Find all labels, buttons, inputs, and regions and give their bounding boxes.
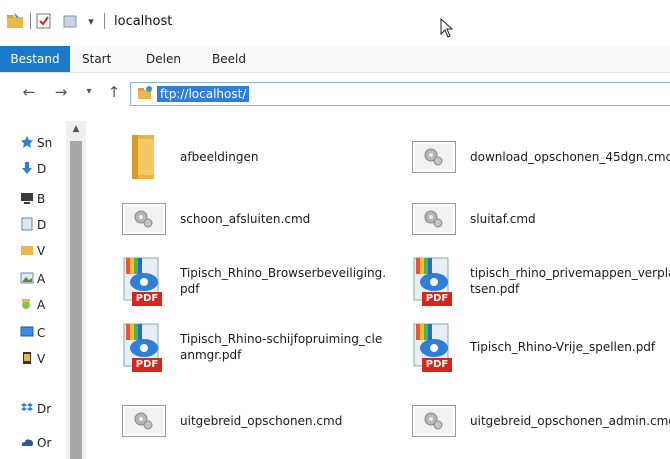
nav-item-pictures[interactable]: A: [20, 269, 70, 289]
cmd-file-icon: [408, 193, 460, 245]
folder-icon: [118, 131, 170, 183]
onedrive-icon: [20, 435, 34, 452]
separator: [30, 13, 31, 29]
recent-dropdown-icon[interactable]: ▾: [82, 81, 96, 103]
file-item[interactable]: download_opschonen_45dgn.cmd: [408, 129, 670, 185]
file-item[interactable]: uitgebreid_opschonen.cmd: [118, 393, 388, 449]
pdf-badge: PDF: [132, 292, 162, 306]
nav-item-folder[interactable]: V: [20, 241, 70, 261]
folder-icon: [20, 243, 34, 260]
file-item[interactable]: PDF Tipisch_Rhino-Vrije_spellen.pdf: [408, 319, 670, 375]
monitor-icon: [20, 325, 34, 342]
navigation-bar: ← → ▾ ↑ ftp://localhost/: [0, 73, 670, 113]
file-name: Tipisch_Rhino_Browserbeveiliging. pdf: [180, 266, 387, 296]
pdf-badge: PDF: [422, 292, 452, 306]
nav-item-music[interactable]: A: [20, 295, 70, 315]
nav-item-computer[interactable]: C: [20, 323, 70, 343]
pdf-badge: PDF: [422, 358, 452, 372]
customize-dropdown-icon[interactable]: ▾: [84, 10, 98, 32]
cmd-file-icon: [408, 131, 460, 183]
pdf-file-icon: PDF: [408, 321, 460, 373]
file-item[interactable]: PDF Tipisch_Rhino-schijfopruiming_cle an…: [118, 319, 388, 375]
nav-pane-scrollbar[interactable]: ▲: [66, 121, 86, 459]
file-item[interactable]: PDF tipisch_rhino_privemappen_verplaa ts…: [408, 253, 670, 309]
address-bar[interactable]: ftp://localhost/: [130, 82, 670, 106]
ribbon-tabs: Bestand Start Delen Beeld: [0, 46, 670, 73]
pdf-badge: PDF: [132, 358, 162, 372]
nav-item-dropbox[interactable]: Dr: [20, 399, 70, 419]
pdf-file-icon: PDF: [118, 321, 170, 373]
nav-item-label: D: [37, 162, 47, 176]
separator: [104, 13, 105, 29]
nav-item-quick-access[interactable]: Sn: [20, 133, 70, 153]
network-folder-icon: [137, 85, 153, 104]
window-title: localhost: [114, 14, 173, 29]
file-name: download_opschonen_45dgn.cmd: [470, 150, 670, 164]
tab-delen[interactable]: Delen: [146, 46, 181, 72]
nav-item-label: C: [37, 326, 46, 340]
file-name: tipisch_rhino_privemappen_verplaa tsen.p…: [470, 266, 670, 296]
file-name: sluitaf.cmd: [470, 212, 536, 226]
file-name: Tipisch_Rhino-schijfopruiming_cle anmgr.…: [180, 332, 383, 362]
back-arrow-icon[interactable]: ←: [18, 81, 40, 103]
title-bar: ▾ localhost: [0, 0, 670, 46]
nav-item-label: D: [37, 218, 47, 232]
file-name: uitgebreid_opschonen.cmd: [180, 414, 343, 428]
nav-item-label: A: [37, 298, 46, 312]
file-item[interactable]: PDF Tipisch_Rhino_Browserbeveiliging. pd…: [118, 253, 388, 309]
star-icon: [20, 135, 34, 152]
file-item[interactable]: afbeeldingen: [118, 129, 388, 185]
music-icon: [20, 297, 34, 314]
cmd-file-icon: [408, 395, 460, 447]
nav-item-label: Sn: [37, 136, 53, 150]
pdf-file-icon: PDF: [408, 255, 460, 307]
file-name: schoon_afsluiten.cmd: [180, 212, 311, 226]
properties-icon[interactable]: [34, 10, 54, 32]
new-folder-icon[interactable]: [60, 10, 80, 32]
file-item[interactable]: sluitaf.cmd: [408, 191, 670, 247]
address-path[interactable]: ftp://localhost/: [157, 86, 250, 102]
file-name: uitgebreid_opschonen_admin.cmd: [470, 414, 670, 428]
forward-arrow-icon[interactable]: →: [50, 81, 72, 103]
tab-bestand[interactable]: Bestand: [0, 46, 70, 72]
navigation-pane: Sn D B D V A A C V Dr Or ▲: [0, 113, 90, 459]
file-name: afbeeldingen: [180, 150, 259, 164]
tab-beeld[interactable]: Beeld: [212, 46, 246, 72]
mouse-cursor-icon: [440, 17, 454, 41]
file-item[interactable]: schoon_afsluiten.cmd: [118, 191, 388, 247]
pdf-file-icon: PDF: [118, 255, 170, 307]
download-arrow-icon: [20, 161, 34, 178]
tab-start[interactable]: Start: [82, 46, 111, 72]
explorer-icon[interactable]: [4, 10, 26, 32]
file-name: Tipisch_Rhino-Vrije_spellen.pdf: [470, 340, 656, 354]
nav-item-label: V: [37, 352, 46, 366]
file-item[interactable]: uitgebreid_opschonen_admin.cmd: [408, 393, 670, 449]
nav-item-desktop[interactable]: B: [20, 189, 70, 209]
nav-item-label: V: [37, 244, 46, 258]
cmd-file-icon: [118, 395, 170, 447]
phone-icon: [20, 351, 34, 368]
nav-item-onedrive[interactable]: Or: [20, 433, 70, 453]
nav-item-label: Or: [37, 436, 52, 450]
nav-item-documents[interactable]: D: [20, 215, 70, 235]
desktop-icon: [20, 191, 34, 208]
nav-item-device[interactable]: V: [20, 349, 70, 369]
nav-item-label: B: [37, 192, 46, 206]
nav-item-label: A: [37, 272, 46, 286]
cmd-file-icon: [118, 193, 170, 245]
image-icon: [20, 271, 34, 288]
up-arrow-icon[interactable]: ↑: [104, 81, 124, 103]
nav-item-label: Dr: [37, 402, 52, 416]
file-list: afbeeldingen download_opschonen_45dgn.cm…: [90, 113, 670, 459]
dropbox-icon: [20, 401, 34, 418]
document-icon: [20, 217, 34, 234]
scroll-up-icon[interactable]: ▲: [66, 121, 86, 137]
nav-item-downloads[interactable]: D: [20, 159, 70, 179]
scrollbar-thumb[interactable]: [70, 141, 82, 459]
